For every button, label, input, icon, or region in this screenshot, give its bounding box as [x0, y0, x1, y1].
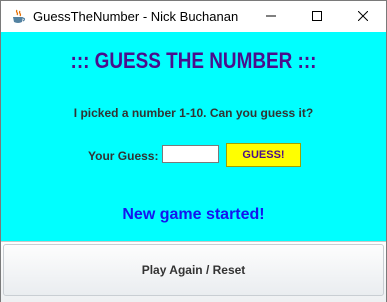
- maximize-button[interactable]: [294, 1, 340, 32]
- footer-bar: Play Again / Reset: [1, 241, 386, 302]
- status-message: New game started!: [122, 206, 265, 223]
- guess-label: Your Guess:: [88, 149, 159, 163]
- guess-input[interactable]: [162, 145, 219, 163]
- maximize-icon: [312, 8, 322, 26]
- app-window: GuessTheNumber - Nick Buchanan ::: GUESS…: [0, 0, 387, 302]
- close-icon: [357, 8, 369, 26]
- game-panel: ::: GUESS THE NUMBER ::: I picked a numb…: [1, 32, 386, 241]
- title-bar[interactable]: GuessTheNumber - Nick Buchanan: [1, 1, 386, 32]
- guess-button[interactable]: GUESS!: [226, 143, 301, 167]
- minimize-icon: [266, 8, 276, 26]
- instructions-text: I picked a number 1-10. Can you guess it…: [73, 106, 314, 120]
- window-title: GuessTheNumber - Nick Buchanan: [33, 9, 239, 24]
- close-button[interactable]: [340, 1, 386, 32]
- reset-button[interactable]: Play Again / Reset: [3, 244, 384, 296]
- java-coffee-icon: [10, 9, 26, 25]
- page-title: ::: GUESS THE NUMBER :::: [70, 48, 317, 73]
- minimize-button[interactable]: [248, 1, 294, 32]
